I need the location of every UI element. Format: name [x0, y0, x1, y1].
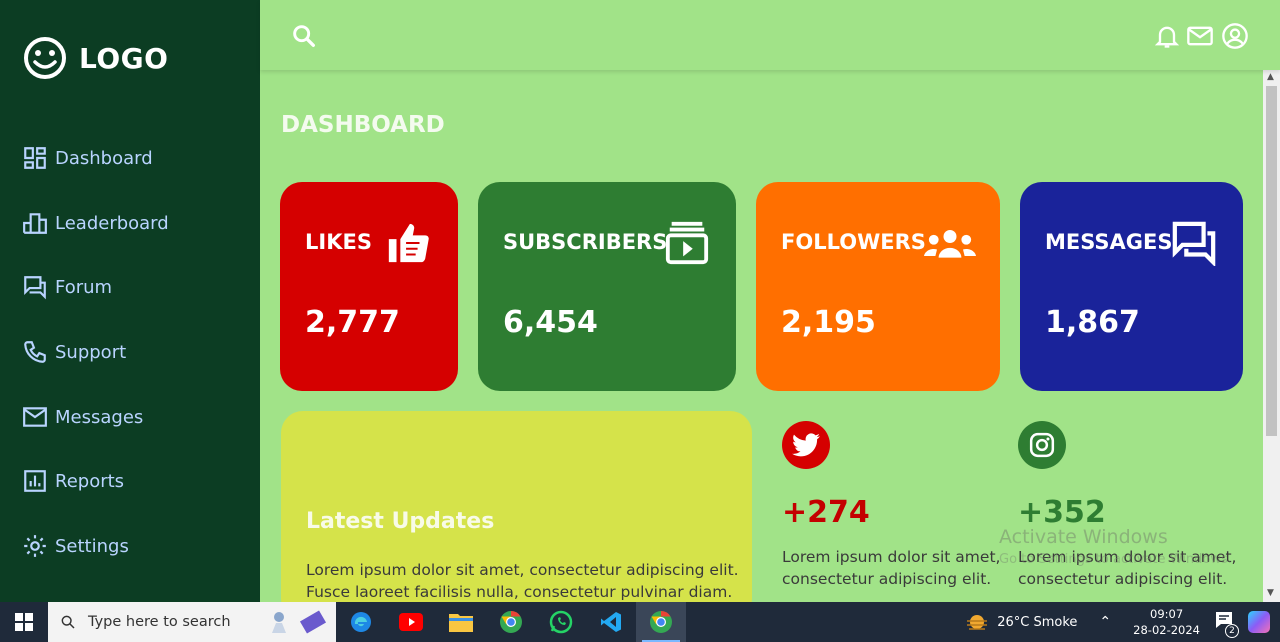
messages-card[interactable]: MESSAGES 1,867 [1020, 182, 1243, 391]
thumbs-up-icon [388, 223, 429, 263]
vertical-scrollbar[interactable]: ▲ ▼ [1263, 70, 1280, 602]
chat-icon [1172, 221, 1216, 266]
activate-windows-watermark: Activate Windows [999, 526, 1168, 548]
likes-card[interactable]: LIKES 2,777 [280, 182, 458, 391]
card-value: 1,867 [1045, 305, 1140, 340]
windows-logo-icon [15, 613, 33, 631]
sidebar-item-label: Reports [55, 470, 125, 492]
copilot-icon[interactable] [1248, 611, 1270, 633]
sidebar-item-label: Dashboard [55, 147, 153, 169]
smiley-logo-icon [24, 37, 66, 79]
logo-text: LOGO [79, 41, 169, 75]
start-button[interactable] [0, 602, 48, 642]
twitter-icon[interactable] [782, 421, 830, 469]
notification-center-icon[interactable]: 2 [1214, 610, 1239, 638]
clock-time: 09:07 [1150, 607, 1184, 621]
sidebar-item-label: Leaderboard [55, 212, 169, 234]
twitter-text: Lorem ipsum dolor sit amet, consectetur … [782, 548, 1001, 588]
whatsapp-app-icon[interactable] [536, 602, 586, 642]
sidebar-item-label: Settings [55, 535, 129, 557]
sidebar: LOGO Dashboard Leaderboard Forum Support… [0, 0, 260, 602]
taskbar-search-placeholder: Type here to search [88, 614, 231, 630]
mail-icon[interactable] [1186, 22, 1214, 50]
card-label: SUBSCRIBERS [503, 230, 668, 254]
weather-icon[interactable] [965, 612, 989, 632]
logo[interactable]: LOGO [23, 36, 168, 80]
forum-icon [24, 276, 46, 300]
card-value: 2,195 [781, 305, 876, 340]
latest-updates-panel: Latest Updates Lorem ipsum dolor sit ame… [281, 411, 752, 621]
card-value: 2,777 [305, 305, 400, 340]
instagram-count: +352 [1018, 495, 1106, 530]
scroll-up-icon[interactable]: ▲ [1267, 72, 1274, 82]
sidebar-item-dashboard[interactable]: Dashboard [22, 145, 153, 171]
sidebar-item-reports[interactable]: Reports [22, 468, 124, 494]
card-label: MESSAGES [1045, 230, 1173, 254]
vscode-app-icon[interactable] [586, 602, 636, 642]
updates-title: Latest Updates [306, 509, 495, 534]
leaderboard-icon [23, 213, 47, 234]
system-tray: 26°C Smoke ⌃ 09:07 28-02-2024 2 [965, 602, 1280, 642]
sidebar-item-leaderboard[interactable]: Leaderboard [22, 210, 169, 236]
edge-app-icon[interactable] [336, 602, 386, 642]
sidebar-item-forum[interactable]: Forum [22, 274, 112, 300]
twitter-stat: +274 Lorem ipsum dolor sit amet, consect… [782, 421, 1002, 590]
taskbar-search-box[interactable]: Type here to search [48, 602, 336, 642]
chevron-up-icon[interactable]: ⌃ [1099, 614, 1111, 630]
sidebar-item-support[interactable]: Support [22, 339, 126, 365]
account-icon[interactable] [1221, 22, 1249, 50]
scroll-thumb[interactable] [1266, 86, 1277, 436]
twitter-count: +274 [782, 495, 870, 530]
instagram-icon[interactable] [1018, 421, 1066, 469]
sidebar-item-settings[interactable]: Settings [22, 533, 129, 559]
dashboard-icon [24, 147, 46, 169]
activate-windows-subtext: Go to Settings to activate Windows. [999, 552, 1232, 567]
notification-badge: 2 [1225, 624, 1239, 638]
subscribers-card[interactable]: SUBSCRIBERS 6,454 [478, 182, 736, 391]
sidebar-item-label: Messages [55, 406, 144, 428]
sidebar-item-label: Forum [55, 276, 113, 298]
followers-card[interactable]: FOLLOWERS 2,195 [756, 182, 1000, 391]
card-label: LIKES [305, 230, 372, 254]
subscriptions-icon [665, 221, 709, 265]
updates-text: Lorem ipsum dolor sit amet, consectetur … [306, 561, 739, 601]
reports-icon [24, 470, 46, 492]
bell-icon[interactable] [1153, 22, 1181, 50]
file-explorer-app-icon[interactable] [436, 602, 486, 642]
top-bar [260, 0, 1280, 70]
gear-icon [24, 535, 46, 557]
chrome-app-icon[interactable] [486, 602, 536, 642]
weather-text[interactable]: 26°C Smoke [997, 615, 1077, 630]
group-icon [924, 230, 976, 258]
clock[interactable]: 09:07 28-02-2024 [1133, 606, 1200, 638]
search-icon [61, 615, 75, 629]
clock-date: 28-02-2024 [1133, 623, 1200, 637]
sidebar-item-label: Support [55, 341, 127, 363]
sidebar-item-messages[interactable]: Messages [22, 404, 143, 430]
taskbar: Type here to search 26°C Smoke ⌃ 09:07 2… [0, 602, 1280, 642]
youtube-app-icon[interactable] [386, 602, 436, 642]
chrome-active-app-icon[interactable] [636, 602, 686, 642]
phone-icon [24, 341, 46, 363]
card-value: 6,454 [503, 305, 598, 340]
card-label: FOLLOWERS [781, 230, 926, 254]
scroll-down-icon[interactable]: ▼ [1267, 588, 1274, 598]
search-highlight-icon [266, 607, 328, 637]
page-title: DASHBOARD [281, 112, 445, 138]
mail-icon [23, 407, 47, 427]
search-icon[interactable] [290, 22, 318, 50]
